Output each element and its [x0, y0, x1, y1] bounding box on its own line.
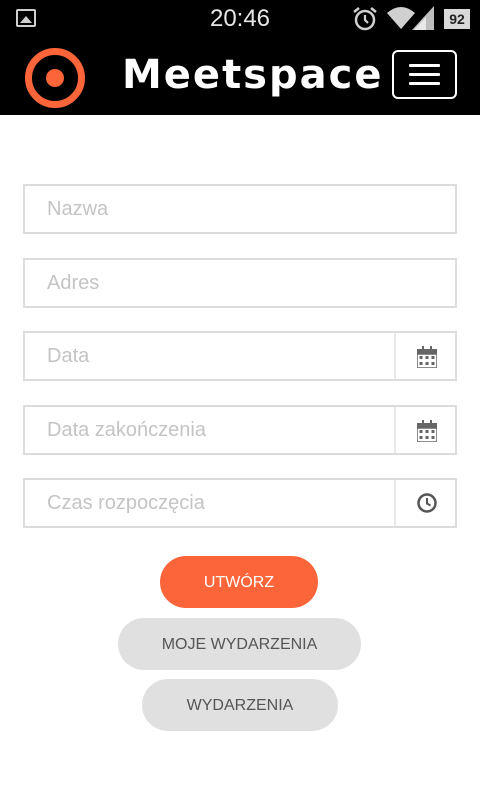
signal-icon: [412, 6, 434, 30]
hamburger-menu-icon[interactable]: [392, 50, 457, 99]
end-date-input[interactable]: [25, 407, 455, 453]
app-title: Meetspace: [122, 52, 384, 98]
calendar-icon[interactable]: [417, 420, 437, 442]
date-input[interactable]: [25, 333, 455, 379]
app-bar: Meetspace: [0, 38, 480, 115]
my-events-button[interactable]: MOJE WYDARZENIA: [118, 618, 361, 670]
end-date-field[interactable]: [23, 405, 457, 455]
status-bar: 20:46 92: [0, 0, 480, 38]
events-button[interactable]: WYDARZENIA: [142, 679, 338, 731]
start-time-field[interactable]: [23, 478, 457, 528]
name-field[interactable]: [23, 184, 457, 234]
create-button[interactable]: UTWÓRZ: [160, 556, 318, 608]
address-input[interactable]: [25, 260, 455, 306]
address-field[interactable]: [23, 258, 457, 308]
battery-indicator: 92: [444, 9, 470, 29]
alarm-icon: [353, 7, 377, 31]
start-time-input[interactable]: [25, 480, 455, 526]
clock-icon[interactable]: [416, 492, 438, 514]
calendar-icon[interactable]: [417, 346, 437, 368]
target-logo-icon[interactable]: [24, 47, 86, 109]
name-input[interactable]: [25, 186, 455, 232]
date-field[interactable]: [23, 331, 457, 381]
